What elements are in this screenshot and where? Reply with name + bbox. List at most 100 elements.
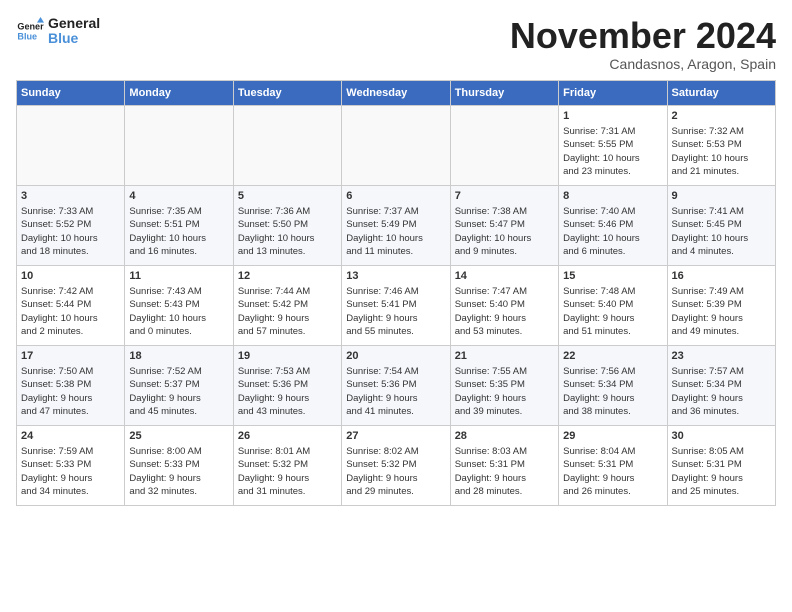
day-number: 10 (21, 269, 120, 284)
day-info: Daylight: 9 hours (455, 392, 554, 405)
day-info: Sunset: 5:31 PM (563, 458, 662, 471)
week-row-4: 17Sunrise: 7:50 AMSunset: 5:38 PMDayligh… (17, 345, 776, 425)
day-cell (125, 105, 233, 185)
day-info: and 23 minutes. (563, 165, 662, 178)
day-info: Sunset: 5:43 PM (129, 298, 228, 311)
day-cell: 4Sunrise: 7:35 AMSunset: 5:51 PMDaylight… (125, 185, 233, 265)
day-number: 25 (129, 429, 228, 444)
day-info: Daylight: 9 hours (238, 472, 337, 485)
day-number: 14 (455, 269, 554, 284)
day-info: Sunset: 5:35 PM (455, 378, 554, 391)
day-cell: 10Sunrise: 7:42 AMSunset: 5:44 PMDayligh… (17, 265, 125, 345)
day-info: Sunrise: 7:41 AM (672, 205, 771, 218)
day-number: 11 (129, 269, 228, 284)
day-info: and 9 minutes. (455, 245, 554, 258)
header-monday: Monday (125, 80, 233, 105)
day-info: Sunset: 5:40 PM (563, 298, 662, 311)
title-block: November 2024 Candasnos, Aragon, Spain (510, 16, 776, 72)
logo-icon: General Blue (16, 17, 44, 45)
header-sunday: Sunday (17, 80, 125, 105)
day-info: Sunset: 5:31 PM (455, 458, 554, 471)
day-info: Daylight: 10 hours (455, 232, 554, 245)
day-cell: 29Sunrise: 8:04 AMSunset: 5:31 PMDayligh… (559, 425, 667, 505)
day-info: Daylight: 9 hours (238, 392, 337, 405)
day-header-row: SundayMondayTuesdayWednesdayThursdayFrid… (17, 80, 776, 105)
calendar-table: SundayMondayTuesdayWednesdayThursdayFrid… (16, 80, 776, 506)
day-info: and 57 minutes. (238, 325, 337, 338)
day-info: Sunrise: 8:04 AM (563, 445, 662, 458)
day-info: Sunset: 5:50 PM (238, 218, 337, 231)
day-cell: 27Sunrise: 8:02 AMSunset: 5:32 PMDayligh… (342, 425, 450, 505)
day-number: 17 (21, 349, 120, 364)
header: General Blue General Blue November 2024 … (16, 16, 776, 72)
day-cell: 18Sunrise: 7:52 AMSunset: 5:37 PMDayligh… (125, 345, 233, 425)
logo: General Blue General Blue (16, 16, 100, 47)
day-info: Sunrise: 7:31 AM (563, 125, 662, 138)
day-number: 24 (21, 429, 120, 444)
day-number: 12 (238, 269, 337, 284)
day-cell (450, 105, 558, 185)
day-number: 27 (346, 429, 445, 444)
day-info: Sunset: 5:47 PM (455, 218, 554, 231)
week-row-2: 3Sunrise: 7:33 AMSunset: 5:52 PMDaylight… (17, 185, 776, 265)
header-tuesday: Tuesday (233, 80, 341, 105)
day-number: 21 (455, 349, 554, 364)
day-info: Sunrise: 7:52 AM (129, 365, 228, 378)
day-info: Sunset: 5:40 PM (455, 298, 554, 311)
day-info: Sunrise: 7:37 AM (346, 205, 445, 218)
day-info: Sunrise: 7:50 AM (21, 365, 120, 378)
day-info: and 4 minutes. (672, 245, 771, 258)
day-cell: 11Sunrise: 7:43 AMSunset: 5:43 PMDayligh… (125, 265, 233, 345)
day-cell: 2Sunrise: 7:32 AMSunset: 5:53 PMDaylight… (667, 105, 775, 185)
day-info: Daylight: 10 hours (129, 312, 228, 325)
day-info: Daylight: 9 hours (455, 472, 554, 485)
day-cell: 13Sunrise: 7:46 AMSunset: 5:41 PMDayligh… (342, 265, 450, 345)
month-title: November 2024 (510, 16, 776, 56)
day-number: 7 (455, 189, 554, 204)
day-number: 13 (346, 269, 445, 284)
day-info: Sunset: 5:42 PM (238, 298, 337, 311)
day-info: Sunset: 5:36 PM (346, 378, 445, 391)
day-info: Sunset: 5:41 PM (346, 298, 445, 311)
day-info: and 29 minutes. (346, 485, 445, 498)
logo-line2: Blue (48, 31, 100, 46)
day-info: Daylight: 10 hours (346, 232, 445, 245)
day-info: and 2 minutes. (21, 325, 120, 338)
day-number: 22 (563, 349, 662, 364)
day-cell: 17Sunrise: 7:50 AMSunset: 5:38 PMDayligh… (17, 345, 125, 425)
day-info: and 13 minutes. (238, 245, 337, 258)
svg-text:Blue: Blue (17, 32, 37, 42)
day-cell: 1Sunrise: 7:31 AMSunset: 5:55 PMDaylight… (559, 105, 667, 185)
day-info: Daylight: 9 hours (672, 392, 771, 405)
day-cell: 25Sunrise: 8:00 AMSunset: 5:33 PMDayligh… (125, 425, 233, 505)
day-info: and 0 minutes. (129, 325, 228, 338)
day-info: and 51 minutes. (563, 325, 662, 338)
day-info: Sunset: 5:45 PM (672, 218, 771, 231)
day-info: Daylight: 10 hours (563, 232, 662, 245)
header-friday: Friday (559, 80, 667, 105)
day-info: and 38 minutes. (563, 405, 662, 418)
day-info: Daylight: 9 hours (129, 472, 228, 485)
day-number: 2 (672, 109, 771, 124)
day-info: Sunset: 5:49 PM (346, 218, 445, 231)
day-info: Sunrise: 8:00 AM (129, 445, 228, 458)
day-number: 23 (672, 349, 771, 364)
day-info: and 6 minutes. (563, 245, 662, 258)
day-info: and 55 minutes. (346, 325, 445, 338)
day-info: Sunrise: 7:46 AM (346, 285, 445, 298)
day-info: Sunrise: 7:48 AM (563, 285, 662, 298)
header-saturday: Saturday (667, 80, 775, 105)
day-cell: 28Sunrise: 8:03 AMSunset: 5:31 PMDayligh… (450, 425, 558, 505)
day-info: Sunset: 5:36 PM (238, 378, 337, 391)
day-info: and 41 minutes. (346, 405, 445, 418)
day-cell: 9Sunrise: 7:41 AMSunset: 5:45 PMDaylight… (667, 185, 775, 265)
day-info: Sunrise: 7:38 AM (455, 205, 554, 218)
day-info: Daylight: 10 hours (672, 232, 771, 245)
day-info: and 18 minutes. (21, 245, 120, 258)
day-info: Sunset: 5:44 PM (21, 298, 120, 311)
day-info: Sunrise: 7:33 AM (21, 205, 120, 218)
day-info: Daylight: 9 hours (563, 392, 662, 405)
day-info: Sunrise: 7:32 AM (672, 125, 771, 138)
day-info: Sunrise: 7:56 AM (563, 365, 662, 378)
day-info: Sunset: 5:39 PM (672, 298, 771, 311)
